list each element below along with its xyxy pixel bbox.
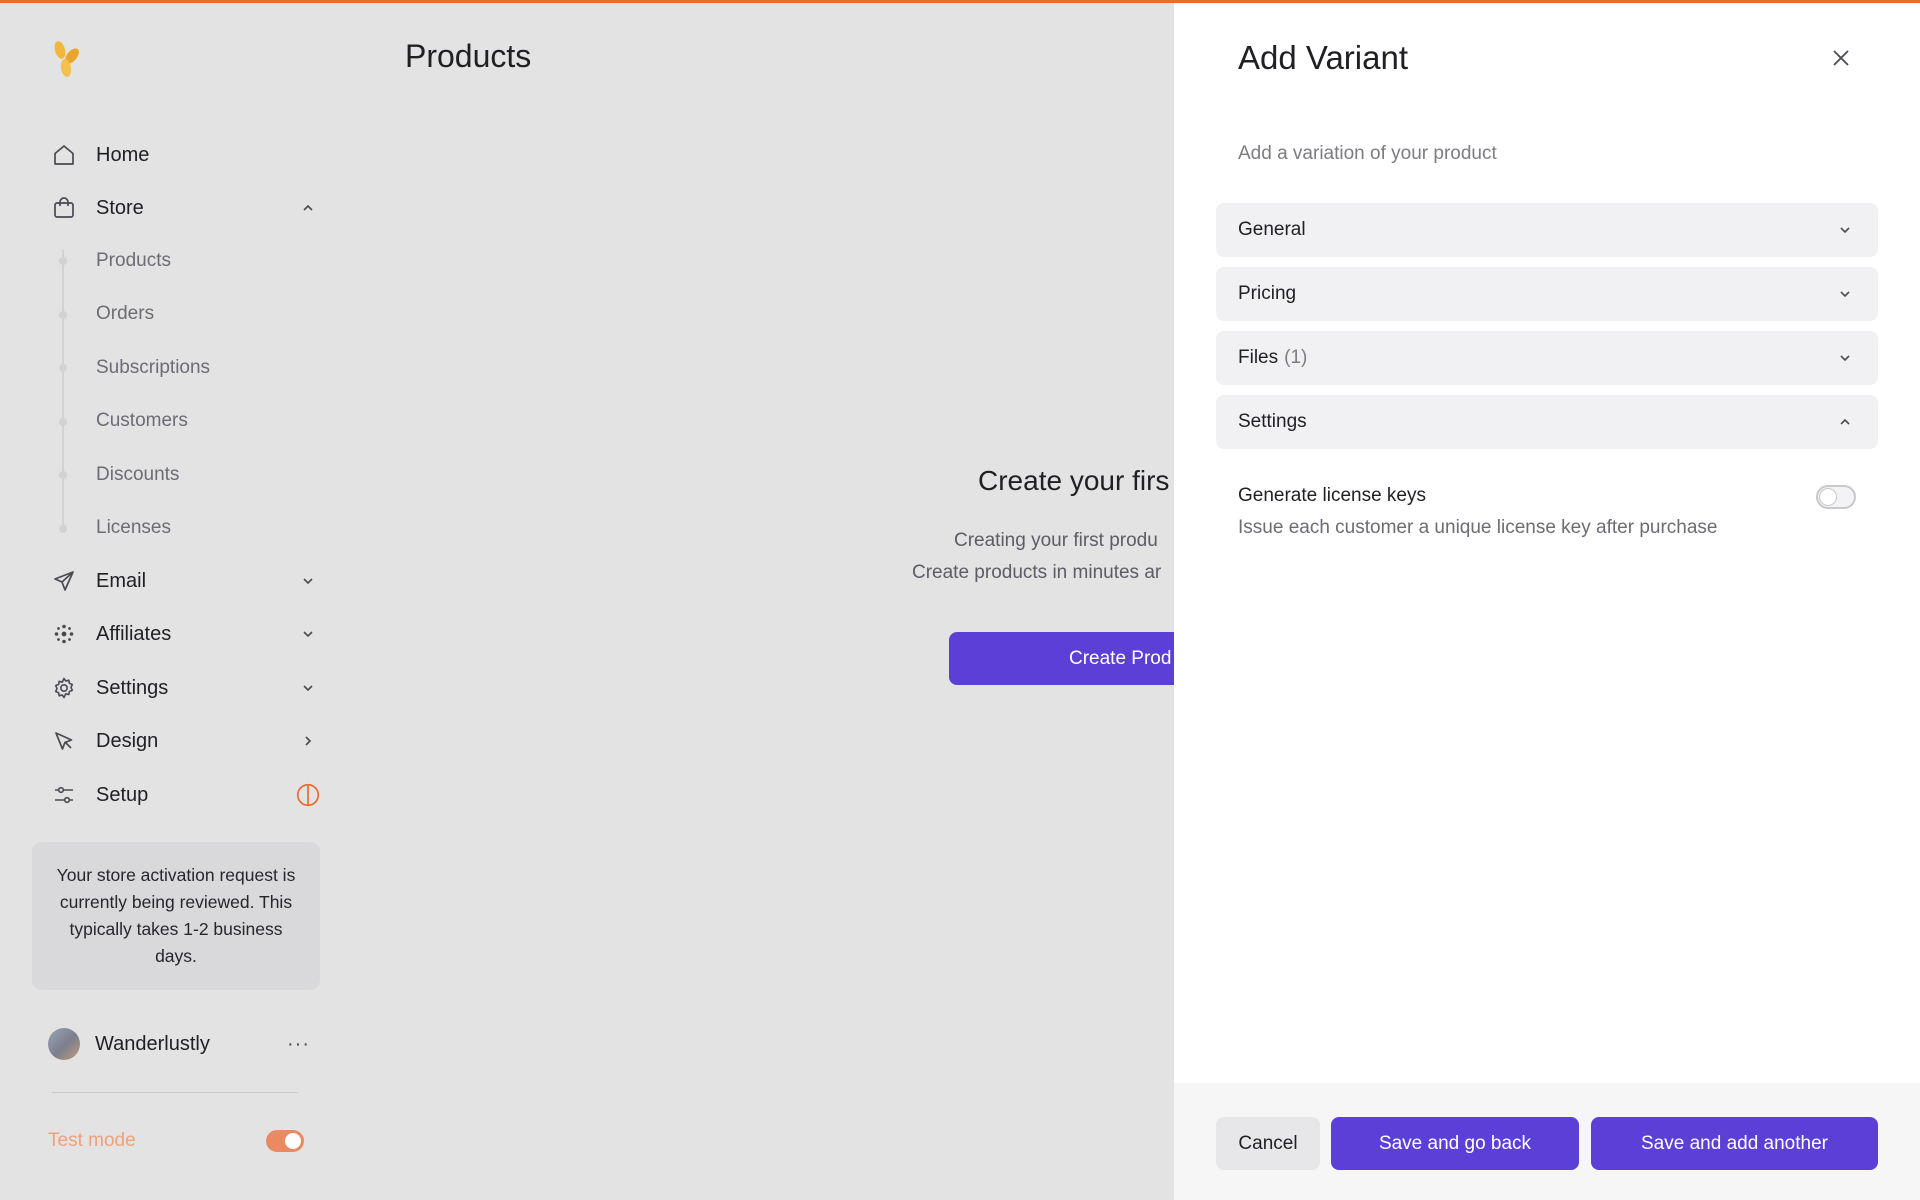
empty-state-text-line-2: Create products in minutes ar — [912, 562, 1162, 583]
user-account[interactable]: Wanderlustly ··· — [48, 1025, 309, 1063]
avatar — [48, 1028, 80, 1060]
store-submenu-line — [62, 250, 64, 530]
test-mode-toggle[interactable] — [266, 1130, 304, 1152]
section-pricing[interactable]: Pricing — [1216, 267, 1878, 321]
home-icon — [50, 141, 78, 169]
chevron-down-icon — [1838, 287, 1852, 301]
empty-state-text-line-1: Creating your first produ — [954, 530, 1158, 551]
nav-settings[interactable]: Settings — [50, 668, 313, 708]
chevron-down-icon — [1838, 351, 1852, 365]
chevron-down-icon[interactable] — [296, 676, 320, 700]
nav-home[interactable]: Home — [50, 135, 310, 175]
sidebar-item-discounts[interactable]: Discounts — [96, 457, 179, 493]
add-variant-panel: Add Variant Add a variation of your prod… — [1174, 3, 1920, 1200]
sidebar-item-subscriptions[interactable]: Subscriptions — [96, 350, 210, 386]
nav-design[interactable]: Design — [50, 721, 312, 761]
sliders-icon — [50, 781, 78, 809]
nav-email-label: Email — [96, 569, 147, 592]
chevron-right-icon[interactable] — [296, 729, 320, 753]
brand-logo-icon[interactable] — [48, 38, 88, 82]
section-files[interactable]: Files (1) — [1216, 331, 1878, 385]
test-mode-label: Test mode — [48, 1130, 136, 1151]
nav-home-label: Home — [96, 143, 150, 166]
activation-notice: Your store activation request is current… — [32, 842, 320, 990]
nav-affiliates-label: Affiliates — [96, 622, 172, 645]
send-icon — [50, 567, 78, 595]
chevron-down-icon[interactable] — [296, 622, 320, 646]
section-general-label: General — [1238, 219, 1306, 240]
nav-store[interactable]: Store — [50, 188, 313, 228]
submenu-dot — [59, 525, 67, 533]
toggle-knob — [1820, 489, 1836, 505]
submenu-dot — [59, 418, 67, 426]
section-files-label: Files — [1238, 347, 1279, 368]
license-keys-description: Issue each customer a unique license key… — [1238, 517, 1718, 538]
submenu-dot — [59, 257, 67, 265]
top-accent-bar — [0, 0, 1920, 3]
license-keys-toggle[interactable] — [1816, 485, 1856, 509]
sidebar-item-products[interactable]: Products — [96, 243, 171, 279]
nav-design-label: Design — [96, 729, 159, 752]
sidebar: Home Store Products Orders Subscriptions… — [0, 0, 345, 1200]
chevron-up-icon[interactable] — [296, 196, 320, 220]
nav-store-label: Store — [96, 196, 144, 219]
chevron-up-icon — [1838, 415, 1852, 429]
nav-setup-label: Setup — [96, 783, 149, 806]
user-name: Wanderlustly — [95, 1032, 210, 1055]
save-and-go-back-button[interactable]: Save and go back — [1331, 1117, 1579, 1170]
section-general[interactable]: General — [1216, 203, 1878, 257]
panel-footer: Cancel Save and go back Save and add ano… — [1174, 1083, 1920, 1200]
nav-setup[interactable]: Setup — [50, 775, 320, 815]
sidebar-item-orders[interactable]: Orders — [96, 296, 154, 332]
test-mode-row: Test mode — [48, 1128, 304, 1154]
network-icon — [50, 620, 78, 648]
section-settings-label: Settings — [1238, 411, 1307, 432]
section-pricing-label: Pricing — [1238, 283, 1297, 304]
gear-icon — [50, 674, 78, 702]
cursor-icon — [50, 727, 78, 755]
toggle-knob — [285, 1133, 301, 1149]
more-options-icon[interactable]: ··· — [287, 1033, 310, 1056]
section-settings[interactable]: Settings — [1216, 395, 1878, 449]
nav-settings-label: Settings — [96, 676, 169, 699]
submenu-dot — [59, 311, 67, 319]
chevron-down-icon — [1838, 223, 1852, 237]
files-count: (1) — [1284, 347, 1308, 368]
empty-state-title: Create your firs — [978, 465, 1170, 496]
cancel-button[interactable]: Cancel — [1216, 1117, 1320, 1170]
page-title: Products — [405, 38, 532, 74]
sidebar-divider — [52, 1092, 298, 1093]
submenu-dot — [59, 471, 67, 479]
chevron-down-icon[interactable] — [296, 569, 320, 593]
license-keys-title: Generate license keys — [1238, 485, 1426, 506]
panel-subtitle: Add a variation of your product — [1238, 143, 1497, 164]
nav-affiliates[interactable]: Affiliates — [50, 614, 313, 654]
section-files-label-wrap: Files (1) — [1238, 347, 1838, 369]
nav-email[interactable]: Email — [50, 561, 313, 601]
setup-progress-icon — [296, 783, 320, 807]
sidebar-item-customers[interactable]: Customers — [96, 403, 188, 439]
save-and-add-another-button[interactable]: Save and add another — [1591, 1117, 1878, 1170]
shopping-bag-icon — [50, 194, 78, 222]
panel-title: Add Variant — [1238, 39, 1408, 76]
sidebar-item-licenses[interactable]: Licenses — [96, 510, 171, 546]
close-icon[interactable] — [1828, 45, 1854, 71]
submenu-dot — [59, 364, 67, 372]
